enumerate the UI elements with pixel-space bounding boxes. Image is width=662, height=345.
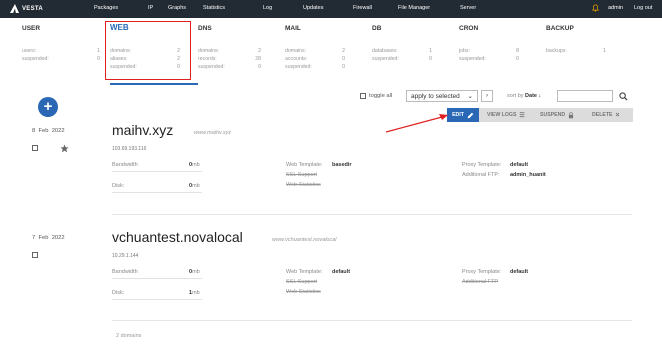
stat-row: suspended: 0 xyxy=(372,56,432,62)
nav-graphs[interactable]: Graphs xyxy=(168,5,186,11)
additional-ftp-value: admin_huanit xyxy=(510,172,546,178)
disk-value: 1mb xyxy=(189,290,200,296)
domain-alias: www.maihv.xyz xyxy=(194,130,232,136)
stat-row: suspended: 0 xyxy=(198,64,261,70)
stat-row: suspended: 0 xyxy=(459,56,519,62)
sort-by[interactable]: sort by Date ↓ xyxy=(507,93,541,99)
disk-label: Disk: xyxy=(112,290,125,296)
lock-icon xyxy=(568,111,574,118)
additional-ftp-label: Additional FTP: xyxy=(462,172,500,178)
additional-ftp-label: Additional FTP xyxy=(462,279,499,285)
stat-row: domains: 2 xyxy=(285,48,345,54)
row-divider xyxy=(112,320,632,321)
web-template-label: Web Template: xyxy=(286,269,323,275)
web-template-value: basedir xyxy=(332,162,352,168)
stat-title: DNS xyxy=(198,25,212,32)
proxy-template-value: default xyxy=(510,269,529,275)
domain-ip: 10.29.1.144 xyxy=(112,253,139,259)
stats-bar: USER users: 1 suspended: 0 WEB domains: 2 a… xyxy=(0,18,662,88)
proxy-template-value: default xyxy=(510,162,529,168)
row-divider xyxy=(112,214,632,215)
stat-row: domains: 2 xyxy=(198,48,261,54)
current-user[interactable]: admin xyxy=(608,5,623,11)
stat-row: suspended: 0 xyxy=(22,56,100,62)
brand-name: VESTA xyxy=(22,5,44,12)
apply-arrow-button[interactable]: › xyxy=(481,90,493,102)
nav-statistics[interactable]: Statistics xyxy=(203,5,225,11)
search-icon[interactable] xyxy=(619,92,628,101)
suspend-button[interactable]: SUSPEND xyxy=(540,108,574,122)
row-checkbox[interactable] xyxy=(32,145,38,151)
top-nav: VESTA Packages IP Graphs Statistics Log … xyxy=(0,0,662,18)
row-action-bar: EDIT VIEW LOGS ☰ SUSPEND DELETE × xyxy=(447,108,633,122)
stat-title: CRON xyxy=(459,25,479,32)
nav-log[interactable]: Log xyxy=(263,5,272,11)
bell-icon[interactable] xyxy=(592,4,599,12)
delete-button[interactable]: DELETE × xyxy=(592,108,620,122)
toggle-all-label: toggle all xyxy=(369,93,393,99)
stat-title: USER xyxy=(22,25,41,32)
nav-file-manager[interactable]: File Manager xyxy=(398,5,430,11)
vesta-logo-icon xyxy=(10,4,19,13)
domain-date: 7 Feb 2022 xyxy=(32,235,65,241)
web-highlight-box xyxy=(105,21,191,80)
stat-row: backups: 1 xyxy=(546,48,606,54)
bandwidth-value: 0mb xyxy=(189,269,200,275)
logout-link[interactable]: Log out xyxy=(634,5,652,11)
web-template-label: Web Template: xyxy=(286,162,323,168)
toggle-all[interactable]: toggle all xyxy=(360,93,392,99)
view-logs-button[interactable]: VIEW LOGS ☰ xyxy=(487,108,525,122)
stat-title: DB xyxy=(372,25,382,32)
pencil-icon xyxy=(467,112,474,118)
web-statistics: Web Statistics xyxy=(286,289,321,295)
domain-date: 8 Feb 2022 xyxy=(32,128,65,134)
stat-title: MAIL xyxy=(285,25,301,32)
nav-packages[interactable]: Packages xyxy=(94,5,118,11)
domain-name[interactable]: vchuantest.novalocal xyxy=(112,229,243,245)
disk-value: 0mb xyxy=(189,183,200,189)
annotation-arrow xyxy=(385,114,448,133)
nav-ip[interactable]: IP xyxy=(148,5,153,11)
star-icon[interactable] xyxy=(60,144,69,153)
domain-alias: www.vchuantest.novalocal xyxy=(272,237,337,243)
web-template-value: default xyxy=(332,269,351,275)
nav-updates[interactable]: Updates xyxy=(303,5,324,11)
bandwidth-label: Bandwidth xyxy=(112,162,138,168)
stat-title: BACKUP xyxy=(546,25,574,32)
stat-row: accounts: 0 xyxy=(285,56,345,62)
domain-count: 2 domains xyxy=(116,333,142,339)
sort-value: Date ↓ xyxy=(525,93,542,99)
toolbar: toggle all apply to selected ⌄ › sort by… xyxy=(0,90,662,104)
disk-label: Disk: xyxy=(112,183,125,189)
apply-to-selected-select[interactable]: apply to selected ⌄ xyxy=(406,90,478,102)
close-icon: × xyxy=(615,111,620,119)
ssl-support: SSL Support xyxy=(286,172,317,178)
search-input[interactable] xyxy=(557,90,613,102)
toggle-all-checkbox[interactable] xyxy=(360,93,366,99)
proxy-template-label: Proxy Template: xyxy=(462,269,502,275)
proxy-template-label: Proxy Template: xyxy=(462,162,502,168)
stat-row: users: 1 xyxy=(22,48,100,54)
stat-row: records: 28 xyxy=(198,56,261,62)
stat-row: jobs: 8 xyxy=(459,48,519,54)
nav-server[interactable]: Server xyxy=(460,5,476,11)
chevron-down-icon: ⌄ xyxy=(467,93,473,100)
stat-row: databases: 1 xyxy=(372,48,432,54)
vesta-logo[interactable]: VESTA xyxy=(10,4,43,13)
nav-firewall[interactable]: Firewall xyxy=(353,5,372,11)
row-checkbox[interactable] xyxy=(32,252,38,258)
ssl-support: SSL Support xyxy=(286,279,317,285)
domain-ip: 103.69.193.116 xyxy=(112,146,147,152)
list-icon: ☰ xyxy=(519,112,525,119)
domain-name[interactable]: maihv.xyz xyxy=(112,122,173,138)
bandwidth-value: 0mb xyxy=(189,162,200,168)
edit-button[interactable]: EDIT xyxy=(447,108,479,122)
bandwidth-label: Bandwidth xyxy=(112,269,138,275)
stat-row: suspended: 0 xyxy=(285,64,345,70)
web-statistics: Web Statistics xyxy=(286,182,321,188)
active-tab-underline xyxy=(110,83,198,85)
